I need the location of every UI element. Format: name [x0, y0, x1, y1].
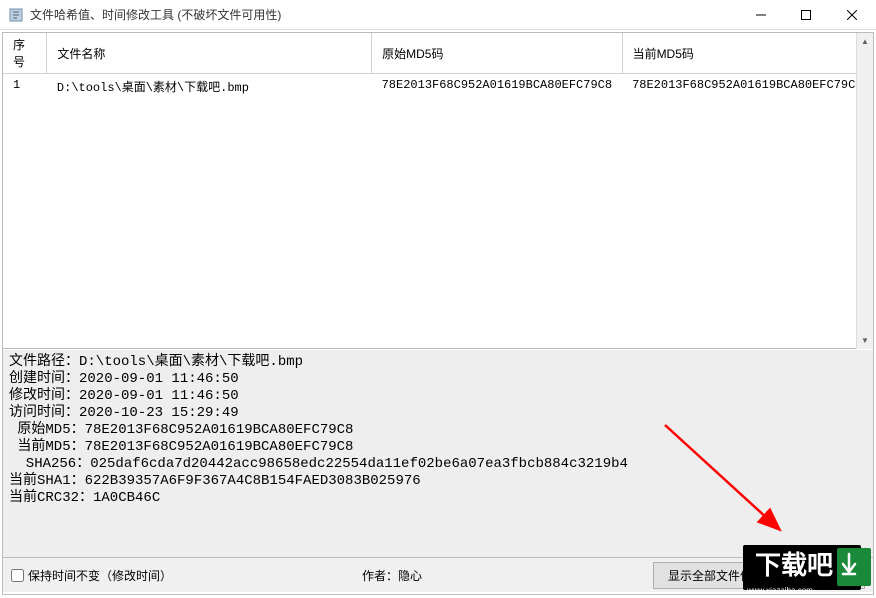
- detail-access-time: 访问时间：2020-10-23 15:29:49: [9, 405, 239, 421]
- header-seq[interactable]: 序号: [3, 33, 47, 74]
- file-table-area: 序号 文件名称 原始MD5码 当前MD5码 1 D:\tools\桌面\素材\下…: [3, 33, 873, 349]
- detail-crc32: 当前CRC32：1A0CB46C: [9, 490, 160, 506]
- show-all-info-button[interactable]: 显示全部文件信息: [653, 562, 779, 589]
- maximize-button[interactable]: [783, 0, 828, 29]
- keep-time-checkbox[interactable]: [11, 569, 24, 582]
- cell-filename: D:\tools\桌面\素材\下载吧.bmp: [47, 74, 372, 100]
- table-header-row: 序号 文件名称 原始MD5码 当前MD5码: [3, 33, 873, 74]
- keep-time-label: 保持时间不变（修改时间）: [28, 567, 172, 584]
- detail-sha1: 当前SHA1：622B39357A6F9F367A4C8B154FAED3083…: [9, 473, 421, 489]
- header-md5-curr[interactable]: 当前MD5码: [622, 33, 872, 74]
- clear-all-button[interactable]: 全部清空: [787, 562, 865, 589]
- keep-time-checkbox-wrap[interactable]: 保持时间不变（修改时间）: [11, 567, 172, 584]
- header-md5-orig[interactable]: 原始MD5码: [372, 33, 622, 74]
- detail-modify-time: 修改时间：2020-09-01 11:46:50: [9, 388, 239, 404]
- scroll-up-button[interactable]: ▲: [857, 33, 873, 50]
- titlebar: 文件哈希值、时间修改工具 (不破坏文件可用性): [0, 0, 876, 30]
- author-label: 作者：隐心: [362, 567, 422, 584]
- detail-md5-orig: 原始MD5：78E2013F68C952A01619BCA80EFC79C8: [9, 422, 353, 438]
- app-icon: [8, 7, 24, 23]
- bottom-bar: 保持时间不变（修改时间） 作者：隐心 显示全部文件信息 全部清空: [3, 558, 873, 592]
- detail-panel[interactable]: 文件路径：D:\tools\桌面\素材\下载吧.bmp 创建时间：2020-09…: [3, 349, 873, 558]
- vertical-scrollbar[interactable]: ▲ ▼: [856, 33, 873, 349]
- close-button[interactable]: [828, 0, 876, 29]
- detail-create-time: 创建时间：2020-09-01 11:46:50: [9, 371, 239, 387]
- cell-md5-curr: 78E2013F68C952A01619BCA80EFC79C8: [622, 74, 872, 100]
- minimize-button[interactable]: [738, 0, 783, 29]
- file-table[interactable]: 序号 文件名称 原始MD5码 当前MD5码 1 D:\tools\桌面\素材\下…: [3, 33, 873, 99]
- header-filename[interactable]: 文件名称: [47, 33, 372, 74]
- detail-filepath: 文件路径：D:\tools\桌面\素材\下载吧.bmp: [9, 354, 303, 370]
- window-controls: [738, 0, 876, 29]
- content-frame: 序号 文件名称 原始MD5码 当前MD5码 1 D:\tools\桌面\素材\下…: [2, 32, 874, 595]
- window-title: 文件哈希值、时间修改工具 (不破坏文件可用性): [30, 6, 738, 23]
- table-row[interactable]: 1 D:\tools\桌面\素材\下载吧.bmp 78E2013F68C952A…: [3, 74, 873, 100]
- scroll-track[interactable]: [857, 50, 873, 332]
- scroll-down-button[interactable]: ▼: [857, 332, 873, 349]
- cell-md5-orig: 78E2013F68C952A01619BCA80EFC79C8: [372, 74, 622, 100]
- detail-sha256: SHA256：025daf6cda7d20442acc98658edc22554…: [9, 456, 628, 472]
- cell-seq: 1: [3, 74, 47, 100]
- detail-md5-curr: 当前MD5：78E2013F68C952A01619BCA80EFC79C8: [9, 439, 353, 455]
